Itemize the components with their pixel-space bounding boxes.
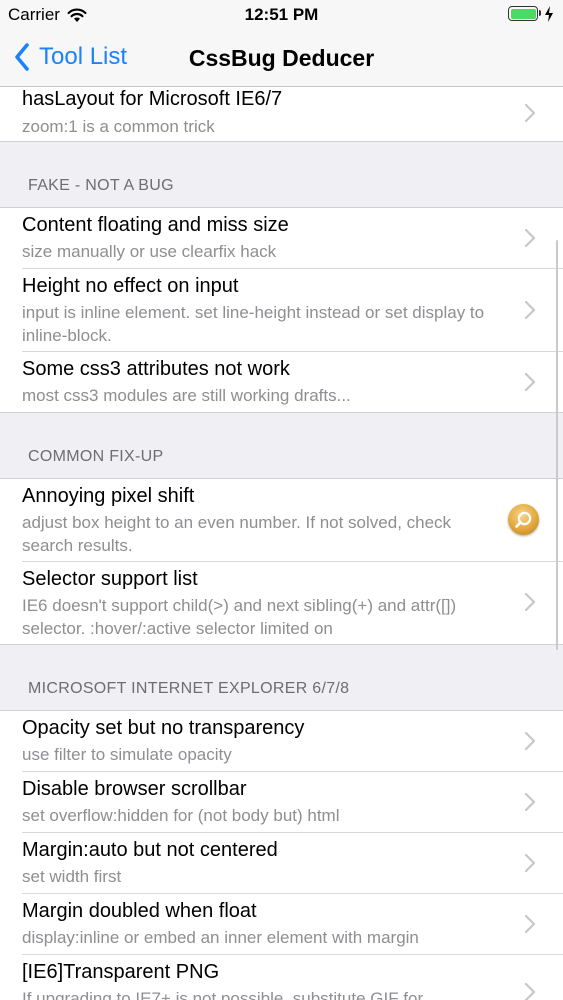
section-header-label: FAKE - NOT A BUG <box>28 177 174 194</box>
list-item-title: hasLayout for Microsoft IE6/7 <box>22 88 283 110</box>
list-item-subtitle: size manually or use clearfix hack <box>22 242 277 261</box>
list-item-subtitle: adjust box height to an even number. If … <box>22 513 452 555</box>
chevron-right-icon <box>524 731 536 751</box>
scroll-indicator[interactable] <box>556 240 558 650</box>
list-item-title: Some css3 attributes not work <box>22 358 290 380</box>
list-item-title: Height no effect on input <box>22 275 239 297</box>
list-item-css3-attributes[interactable]: Some css3 attributes not work most css3 … <box>0 352 563 412</box>
list-item-subtitle: IE6 doesn't support child(>) and next si… <box>22 596 457 638</box>
charging-bolt-icon <box>545 6 553 22</box>
list-item-title: Opacity set but no transparency <box>22 717 305 739</box>
list-item-disable-scrollbar[interactable]: Disable browser scrollbar set overflow:h… <box>0 772 563 833</box>
status-time: 12:51 PM <box>244 5 319 24</box>
section-header-internet-explorer: MICROSOFT INTERNET EXPLORER 6/7/8 <box>0 644 563 710</box>
list-item-subtitle: set width first <box>22 867 122 886</box>
bug-list[interactable]: hasLayout for Microsoft IE6/7 zoom:1 is … <box>0 87 563 1000</box>
list-item-subtitle: most css3 modules are still working draf… <box>22 386 351 405</box>
list-item-subtitle: input is inline element. set line-height… <box>22 303 485 345</box>
chevron-right-icon <box>524 228 536 248</box>
list-item-subtitle: If upgrading to IE7+ is not possible, su… <box>22 989 424 1000</box>
list-item-margin-auto[interactable]: Margin:auto but not centered set width f… <box>0 833 563 894</box>
list-item-subtitle: set overflow:hidden for (not body but) h… <box>22 806 340 825</box>
chevron-right-icon <box>524 592 536 612</box>
list-item-margin-doubled[interactable]: Margin doubled when float display:inline… <box>0 894 563 955</box>
navigation-bar: Tool List CssBug Deducer <box>0 30 563 87</box>
battery-icon <box>508 6 538 21</box>
list-item-title: Content floating and miss size <box>22 214 289 236</box>
list-item-title: Margin:auto but not centered <box>22 839 278 861</box>
page-title: CssBug Deducer <box>188 45 375 71</box>
list-item-opacity[interactable]: Opacity set but no transparency use filt… <box>0 711 563 772</box>
chevron-right-icon <box>524 853 536 873</box>
list-item-title: Disable browser scrollbar <box>22 778 247 800</box>
chevron-right-icon <box>524 982 536 1000</box>
list-item-transparent-png[interactable]: [IE6]Transparent PNG If upgrading to IE7… <box>0 955 563 1000</box>
section-header-common-fix-up: COMMON FIX-UP <box>0 412 563 478</box>
list-item-subtitle: zoom:1 is a common trick <box>22 117 215 136</box>
section-header-label: MICROSOFT INTERNET EXPLORER 6/7/8 <box>28 680 350 697</box>
list-item-title: Selector support list <box>22 568 198 590</box>
chevron-right-icon <box>524 792 536 812</box>
section-header-fake: FAKE - NOT A BUG <box>0 141 563 207</box>
chevron-right-icon <box>524 914 536 934</box>
section-header-label: COMMON FIX-UP <box>28 448 164 465</box>
list-item-height-no-effect[interactable]: Height no effect on input input is inlin… <box>0 269 563 352</box>
chevron-right-icon <box>524 103 536 123</box>
list-item-haslayout[interactable]: hasLayout for Microsoft IE6/7 zoom:1 is … <box>0 87 563 141</box>
chevron-right-icon <box>524 372 536 392</box>
search-icon <box>515 511 532 528</box>
list-item-title: [IE6]Transparent PNG <box>22 961 220 983</box>
status-bar: Carrier 12:51 PM <box>0 0 563 30</box>
list-item-selector-support[interactable]: Selector support list IE6 doesn't suppor… <box>0 562 563 644</box>
list-item-annoying-pixel-shift[interactable]: Annoying pixel shift adjust box height t… <box>0 479 563 562</box>
chevron-right-icon <box>524 300 536 320</box>
list-item-subtitle: display:inline or embed an inner element… <box>22 928 419 947</box>
search-results-button[interactable] <box>508 504 539 535</box>
list-item-content-floating[interactable]: Content floating and miss size size manu… <box>0 208 563 269</box>
list-item-title: Annoying pixel shift <box>22 485 195 507</box>
list-item-subtitle: use filter to simulate opacity <box>22 745 232 764</box>
list-item-title: Margin doubled when float <box>22 900 257 922</box>
